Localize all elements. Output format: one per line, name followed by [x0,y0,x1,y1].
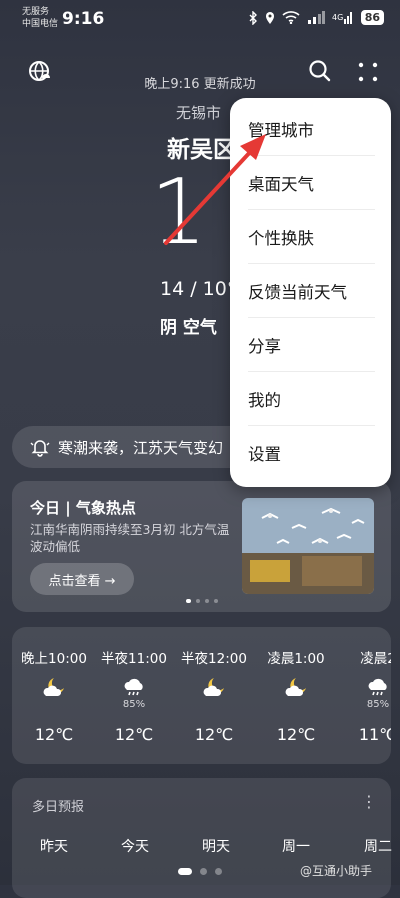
rain-cloud-icon [368,678,387,696]
news-title: 今日 | 气象热点 [30,499,136,517]
alert-text: 寒潮来袭，江苏天气变幻 [58,438,224,457]
carrier-line-2: 中国电信 [22,19,59,29]
status-time: 9:16 [62,9,105,29]
menu-item-label: 反馈当前天气 [248,283,347,302]
update-status: 晚上9:16 更新成功 [144,77,256,92]
current-temperature: 1 [150,160,208,265]
menu-item-me[interactable]: 我的 [230,372,391,426]
news-description: 江南华南阴雨持续至3月初 北方气温波动偏低 [30,522,230,554]
hour-label: 半夜12:00 [181,651,247,667]
menu-item-desktop-weather[interactable]: 桌面天气 [230,156,391,210]
day-label: 昨天 [40,839,68,855]
hour-label: 凌晨1:00 [267,651,325,667]
district-name: 新吴区 [167,137,236,163]
menu-item-label: 个性换肤 [248,229,314,248]
day-label: 明天 [202,839,230,855]
hour-label: 晚上10:00 [21,651,87,667]
status-carrier: 无服务 中国电信 [22,6,58,30]
menu-item-label: 管理城市 [248,121,314,140]
moon-cloud-icon [203,678,224,696]
watermark: @互通小助手 [300,864,373,878]
hour-temp: 12℃ [194,725,234,744]
view-news-button[interactable]: 点击查看 → [30,563,134,595]
weather-condition: 阴 空气 [160,318,217,338]
hour-temp: 12℃ [114,725,154,744]
svg-text:4G: 4G [332,13,343,22]
battery-indicator: 86 [360,10,384,25]
precip-chance: 85% [122,699,146,710]
temperature-range: 14 / 10° [160,278,237,300]
menu-item-label: 设置 [248,445,281,464]
day-label: 周二 [364,839,392,855]
menu-item-share[interactable]: 分享 [230,318,391,372]
menu-item-label: 桌面天气 [248,175,314,194]
city-name: 无锡市 [176,104,222,122]
menu-item-label: 分享 [248,337,281,356]
moon-cloud-icon [285,678,306,696]
menu-item-label: 我的 [248,391,281,410]
menu-item-manage-cities[interactable]: 管理城市 [230,102,391,156]
precip-chance: 85% [366,699,390,710]
signal-4g-icon: 4G [332,12,352,24]
signal-icon [307,11,325,24]
daily-forecast[interactable]: 多日预报 ⋮ 昨天 今天 明天 周一 周二 [12,778,392,898]
carrier-line-1: 无服务 [22,7,50,17]
hour-label: 凌晨2 [360,651,391,667]
daily-forecast-title: 多日预报 [32,800,85,815]
carousel-dots [186,599,218,603]
status-icons: 4G 86 [248,10,384,25]
moon-cloud-icon [43,678,64,696]
hour-temp: 11℃ [358,725,391,744]
bell-icon [30,440,50,457]
day-label: 周一 [282,839,310,855]
bluetooth-icon [249,10,257,25]
rain-cloud-icon [124,678,143,696]
location-icon [265,11,274,24]
overflow-menu: 管理城市 桌面天气 个性换肤 反馈当前天气 分享 我的 设置 [230,98,391,487]
hour-temp: 12℃ [276,725,316,744]
menu-item-skin[interactable]: 个性换肤 [230,210,391,264]
hour-temp: 12℃ [34,725,74,744]
page-indicator [178,868,222,875]
day-label: 今天 [121,839,149,855]
menu-item-feedback[interactable]: 反馈当前天气 [230,264,391,318]
daily-more-icon[interactable]: ⋮ [361,792,377,811]
more-grid-icon[interactable] [357,61,379,83]
hour-label: 半夜11:00 [101,651,167,667]
search-icon[interactable] [308,59,332,83]
menu-item-settings[interactable]: 设置 [230,426,391,480]
weather-news-card[interactable]: 今日 | 气象热点 江南华南阴雨持续至3月初 北方气温波动偏低 点击查看 → [12,481,391,612]
wifi-icon [282,11,300,24]
news-photo [242,498,374,594]
hourly-forecast[interactable]: 晚上10:00 12℃ 半夜11:00 85% 12℃ 半夜12:00 12℃ … [12,627,391,764]
